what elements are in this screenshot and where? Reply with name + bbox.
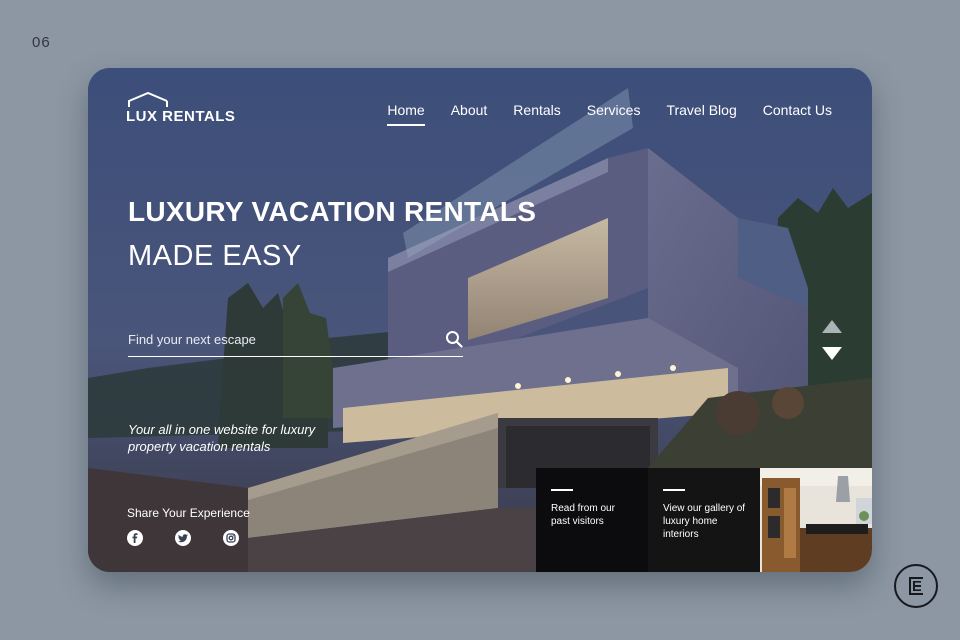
house-roof-icon <box>128 91 168 107</box>
website-mockup: LUX RENTALS Home About Rentals Services … <box>88 68 872 572</box>
facebook-icon[interactable] <box>127 530 143 546</box>
carousel-controls <box>822 320 842 360</box>
nav-about[interactable]: About <box>451 102 488 126</box>
hero-subtitle: MADE EASY <box>128 240 302 272</box>
brand-logo-text: LUX RENTALS <box>126 108 236 125</box>
tile-divider <box>663 489 685 491</box>
hero-title: LUXURY VACATION RENTALS <box>128 196 537 227</box>
nav-contact-us[interactable]: Contact Us <box>763 102 832 126</box>
testimonials-tile-text: Read from our past visitors <box>551 503 615 527</box>
social-links <box>127 530 239 546</box>
nav-services[interactable]: Services <box>587 102 641 126</box>
share-label: Share Your Experience <box>127 506 250 520</box>
slide-number: 06 <box>32 34 51 51</box>
arrow-down-icon[interactable] <box>822 347 842 360</box>
nav-travel-blog[interactable]: Travel Blog <box>666 102 736 126</box>
nav-home[interactable]: Home <box>387 102 425 126</box>
brand-logo[interactable]: LUX RENTALS <box>126 91 235 125</box>
brand-mark-icon <box>894 564 938 608</box>
twitter-icon[interactable] <box>175 530 191 546</box>
interior-thumbnail[interactable] <box>760 468 872 572</box>
search-bar <box>128 328 463 357</box>
tile-divider <box>551 489 573 491</box>
gallery-tile-text: View our gallery of luxury home interior… <box>663 503 746 540</box>
search-input[interactable] <box>128 332 428 347</box>
nav-rentals[interactable]: Rentals <box>513 102 560 126</box>
gallery-tile[interactable]: View our gallery of luxury home interior… <box>648 468 760 572</box>
instagram-icon[interactable] <box>223 530 239 546</box>
main-navigation: Home About Rentals Services Travel Blog … <box>387 102 832 126</box>
arrow-up-icon[interactable] <box>822 320 842 333</box>
search-icon[interactable] <box>445 330 463 348</box>
tagline: Your all in one website for luxury prope… <box>128 422 316 454</box>
testimonials-tile[interactable]: Read from our past visitors <box>536 468 648 572</box>
